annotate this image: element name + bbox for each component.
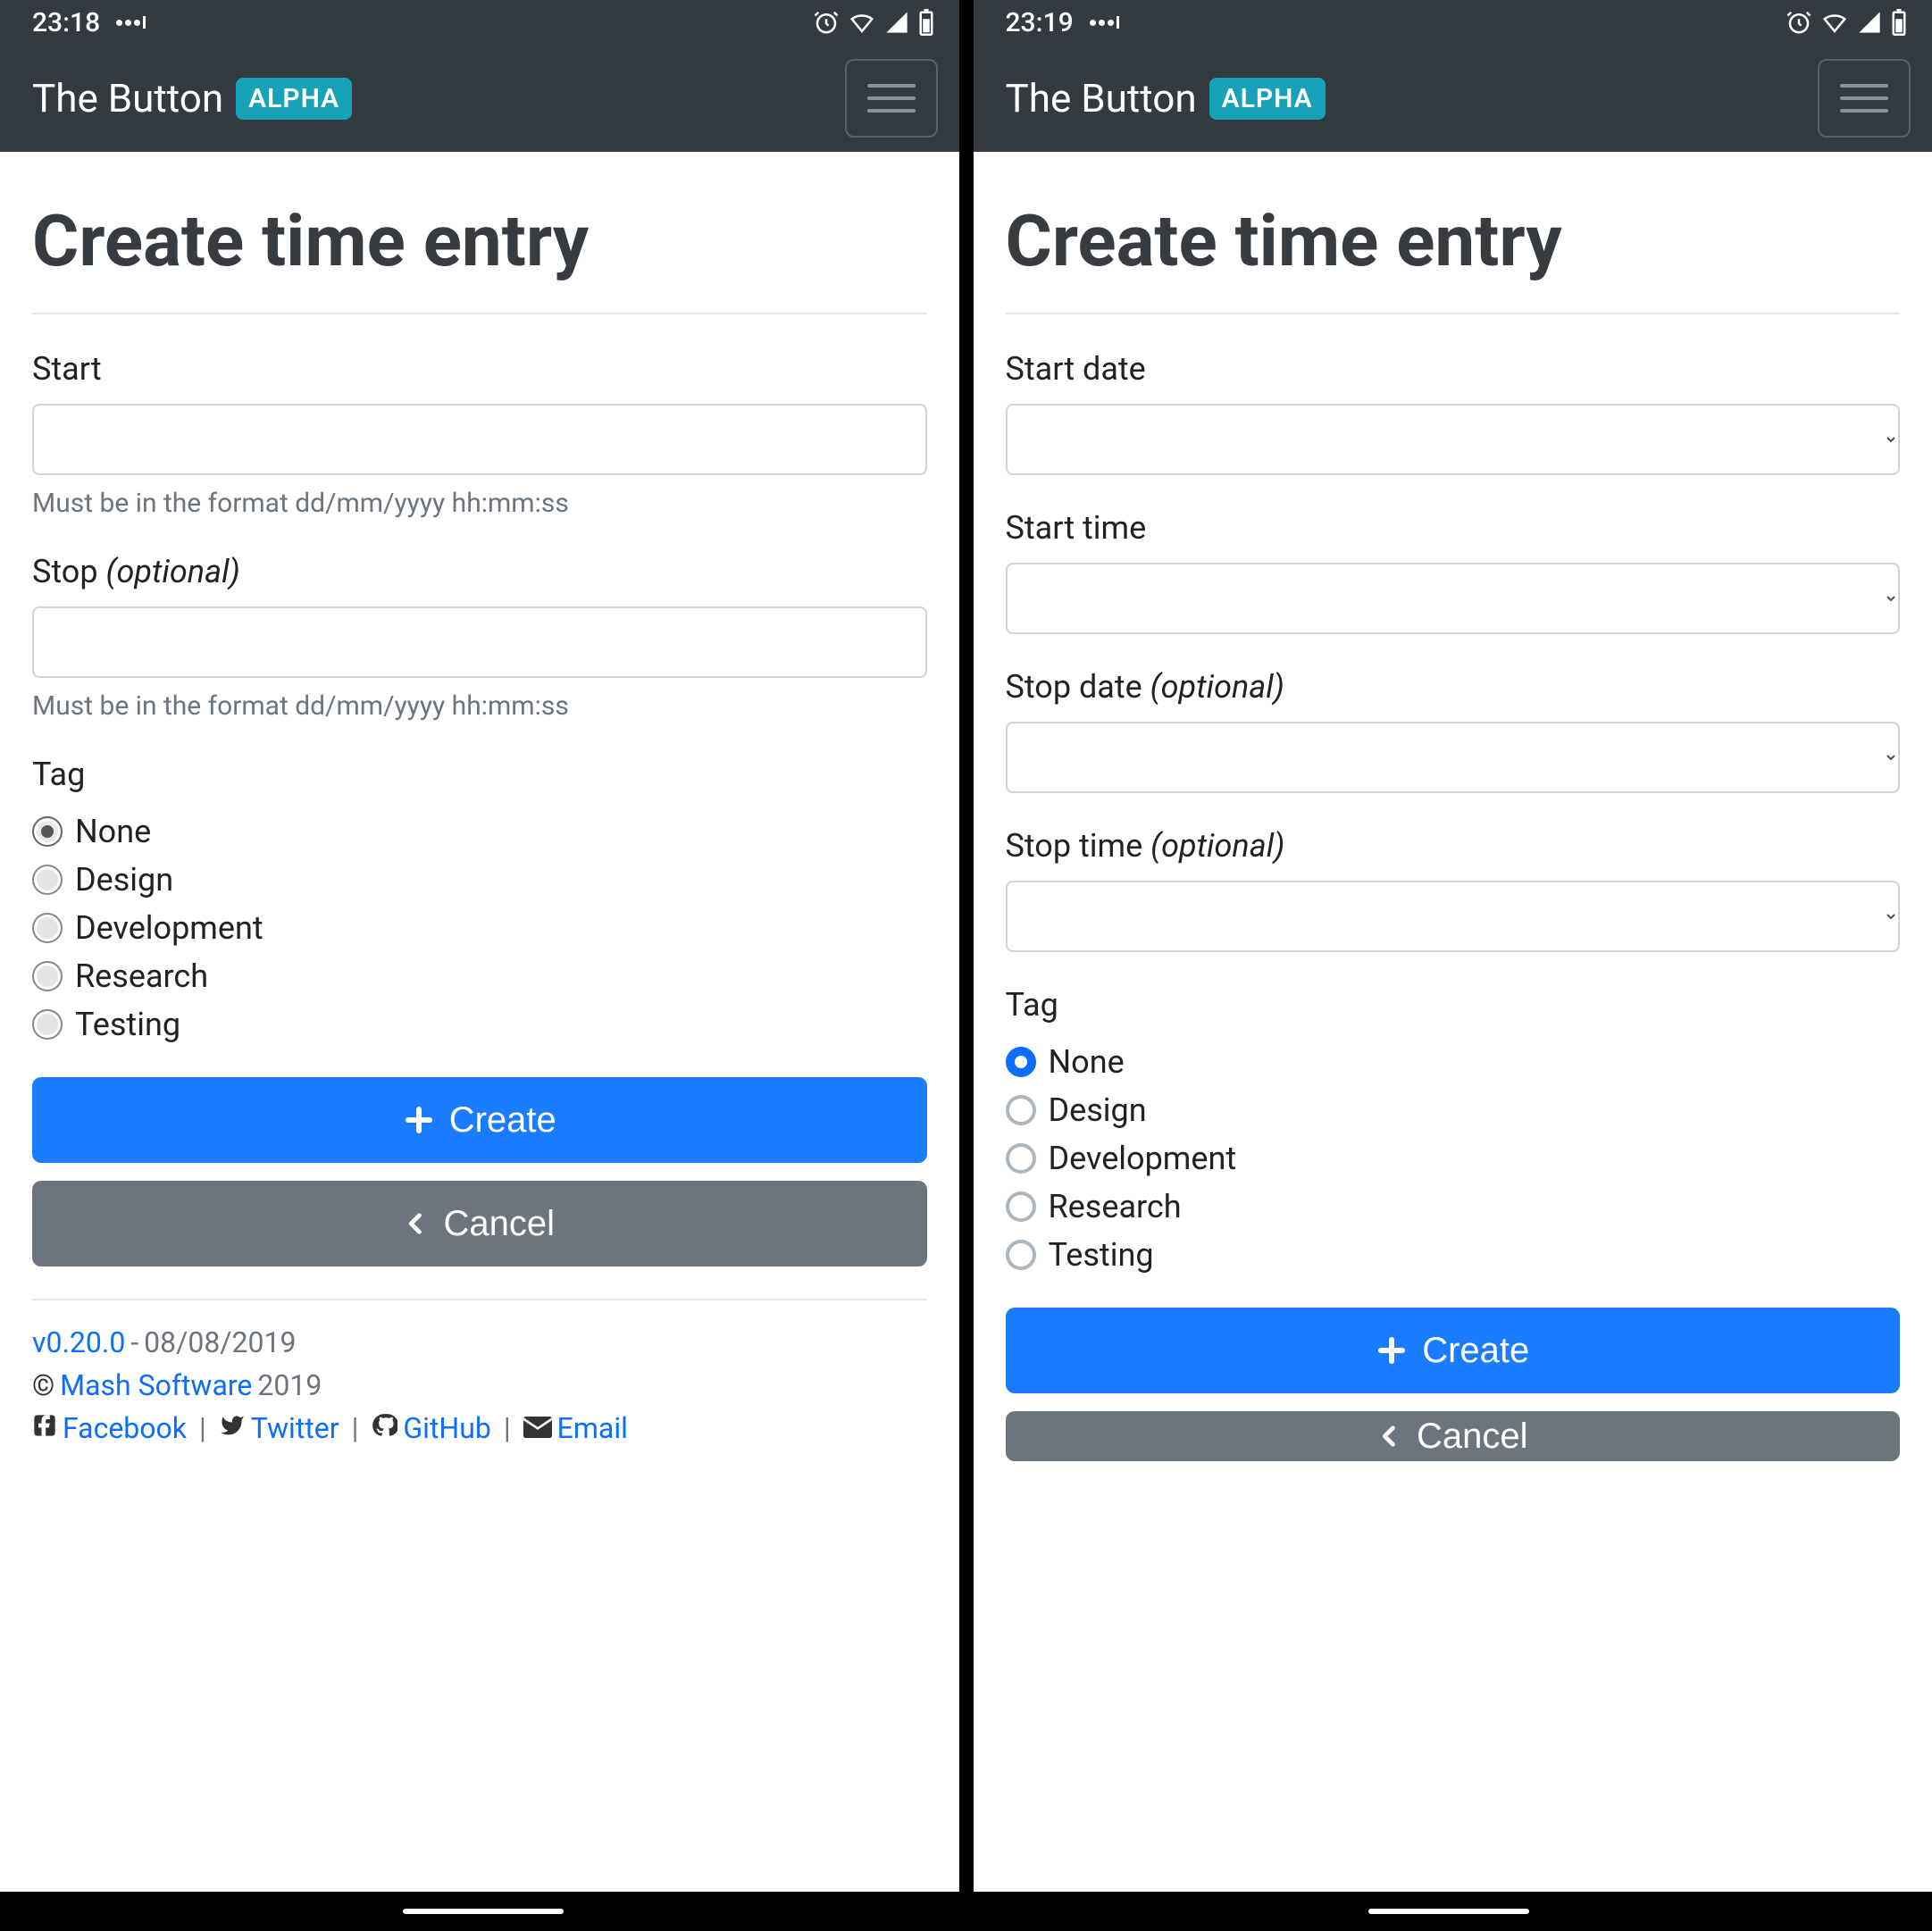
tag-option-development[interactable]: Development <box>1006 1140 1901 1177</box>
footer-year: 2019 <box>257 1368 322 1402</box>
tag-section: Tag None Design Development <box>32 756 927 1043</box>
start-time-select[interactable] <box>1006 563 1901 634</box>
tag-option-testing[interactable]: Testing <box>32 1006 927 1043</box>
start-input[interactable] <box>32 404 927 475</box>
alarm-icon <box>813 9 840 36</box>
menu-button[interactable] <box>845 59 938 138</box>
battery-icon <box>918 9 934 36</box>
start-label: Start <box>32 350 927 388</box>
twitter-link[interactable]: Twitter <box>251 1411 339 1445</box>
stop-date-group: Stop date (optional) <box>1006 668 1901 793</box>
status-time: 23:18 <box>32 7 100 38</box>
facebook-icon <box>32 1411 57 1445</box>
tag-radio-list: None Design Development Research <box>1006 1043 1901 1274</box>
create-button[interactable]: Create <box>32 1077 927 1163</box>
navbar: The Button ALPHA <box>974 45 1932 152</box>
chevron-left-icon <box>404 1208 429 1240</box>
tag-option-development[interactable]: Development <box>32 909 927 947</box>
cancel-button[interactable]: Cancel <box>1006 1411 1901 1461</box>
stop-date-select[interactable] <box>1006 722 1901 793</box>
wifi-icon <box>849 9 875 36</box>
brand[interactable]: The Button ALPHA <box>32 75 352 121</box>
tag-section: Tag None Design Development <box>1006 986 1901 1274</box>
stop-field-group: Stop (optional) Must be in the format dd… <box>32 553 927 722</box>
tag-option-none[interactable]: None <box>32 813 927 850</box>
tag-radio-list: None Design Development Research <box>32 813 927 1043</box>
main-content: Create time entry Start Must be in the f… <box>0 152 959 1892</box>
status-notification-icon <box>1090 16 1119 29</box>
wifi-icon <box>1821 9 1848 36</box>
create-button[interactable]: Create <box>1006 1308 1901 1393</box>
status-notification-icon <box>116 16 146 29</box>
hamburger-icon <box>867 84 916 88</box>
github-link[interactable]: GitHub <box>403 1411 490 1445</box>
tag-option-design[interactable]: Design <box>1006 1091 1901 1129</box>
email-link[interactable]: Email <box>557 1411 628 1445</box>
status-bar: 23:18 <box>0 0 959 45</box>
email-icon <box>523 1411 552 1445</box>
start-field-group: Start Must be in the format dd/mm/yyyy h… <box>32 350 927 519</box>
tag-option-research[interactable]: Research <box>32 957 927 995</box>
tag-label: Tag <box>1006 986 1901 1024</box>
start-time-label: Start time <box>1006 509 1901 547</box>
footer: v0.20.0 - 08/08/2019 © Mash Software 201… <box>32 1325 927 1445</box>
brand-text: The Button <box>1006 75 1197 121</box>
stop-input[interactable] <box>32 606 927 678</box>
brand[interactable]: The Button ALPHA <box>1006 75 1326 121</box>
stop-hint: Must be in the format dd/mm/yyyy hh:mm:s… <box>32 690 927 722</box>
signal-icon <box>1857 10 1882 35</box>
battery-icon <box>1891 9 1907 36</box>
status-time: 23:19 <box>1006 7 1074 38</box>
stop-date-label: Stop date (optional) <box>1006 668 1901 706</box>
alarm-icon <box>1786 9 1812 36</box>
tag-option-testing[interactable]: Testing <box>1006 1236 1901 1274</box>
divider <box>32 313 927 314</box>
screen-left: 23:18 The Button ALPHA <box>0 0 966 1892</box>
tag-label: Tag <box>32 756 927 793</box>
tag-option-none[interactable]: None <box>1006 1043 1901 1081</box>
start-time-group: Start time <box>1006 509 1901 634</box>
start-hint: Must be in the format dd/mm/yyyy hh:mm:s… <box>32 488 927 519</box>
stop-time-group: Stop time (optional) <box>1006 827 1901 952</box>
gesture-indicator <box>1368 1909 1529 1914</box>
version-link[interactable]: v0.20.0 <box>32 1325 125 1359</box>
navbar: The Button ALPHA <box>0 45 959 152</box>
page-title: Create time entry <box>1006 202 1901 280</box>
main-content: Create time entry Start date Start time … <box>974 152 1932 1892</box>
system-nav-bar <box>0 1892 1932 1931</box>
alpha-badge: ALPHA <box>1209 78 1326 120</box>
stop-label: Stop (optional) <box>32 553 927 590</box>
brand-text: The Button <box>32 75 223 121</box>
twitter-icon <box>219 1411 246 1445</box>
plus-icon <box>1376 1334 1408 1367</box>
footer-divider <box>32 1299 927 1300</box>
hamburger-icon <box>1840 84 1888 88</box>
company-link[interactable]: Mash Software <box>60 1368 252 1402</box>
start-date-group: Start date <box>1006 350 1901 475</box>
stop-time-select[interactable] <box>1006 881 1901 952</box>
signal-icon <box>884 10 909 35</box>
chevron-left-icon <box>1377 1420 1402 1452</box>
cancel-button[interactable]: Cancel <box>32 1181 927 1266</box>
plus-icon <box>403 1104 435 1136</box>
tag-option-research[interactable]: Research <box>1006 1188 1901 1225</box>
status-icons <box>813 9 934 36</box>
facebook-link[interactable]: Facebook <box>63 1411 187 1445</box>
page-title: Create time entry <box>32 202 927 280</box>
github-icon <box>371 1411 397 1445</box>
stop-time-label: Stop time (optional) <box>1006 827 1901 865</box>
status-bar: 23:19 <box>974 0 1932 45</box>
footer-date: 08/08/2019 <box>144 1325 296 1359</box>
gesture-indicator <box>403 1909 564 1914</box>
copyright-icon: © <box>32 1368 54 1402</box>
menu-button[interactable] <box>1818 59 1911 138</box>
alpha-badge: ALPHA <box>236 78 352 120</box>
divider <box>1006 313 1901 314</box>
tag-option-design[interactable]: Design <box>32 861 927 899</box>
status-icons <box>1786 9 1907 36</box>
start-date-label: Start date <box>1006 350 1901 388</box>
screen-right: 23:19 The Button ALPHA <box>966 0 1932 1892</box>
start-date-select[interactable] <box>1006 404 1901 475</box>
